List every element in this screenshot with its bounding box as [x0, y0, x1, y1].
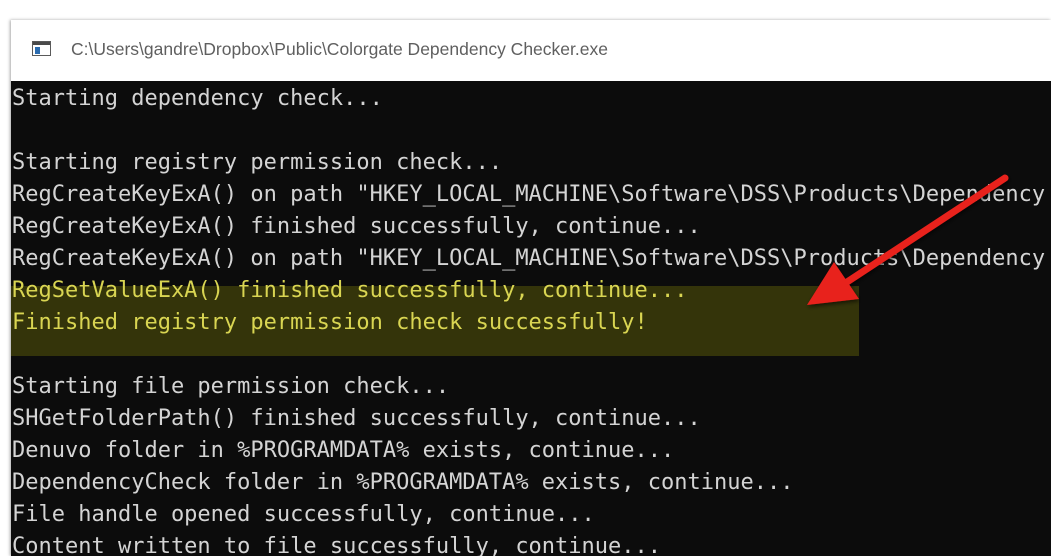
window-title: C:\Users\gandre\Dropbox\Public\Colorgate…	[71, 39, 608, 59]
console-line: Starting dependency check...	[12, 86, 383, 111]
console-line-highlighted: Finished registry permission check succe…	[12, 310, 648, 335]
console-app-icon[interactable]	[32, 41, 51, 56]
console-line: Denuvo folder in %PROGRAMDATA% exists, c…	[12, 438, 675, 463]
console-line: Starting file permission check...	[12, 374, 450, 399]
console-window: C:\Users\gandre\Dropbox\Public\Colorgate…	[11, 20, 1051, 556]
app-icon-bar	[33, 42, 50, 45]
console-line: SHGetFolderPath() finished successfully,…	[12, 406, 701, 431]
title-bar[interactable]: C:\Users\gandre\Dropbox\Public\Colorgate…	[11, 20, 1051, 81]
console-line-highlighted: RegSetValueExA() finished successfully, …	[12, 278, 688, 303]
console-line: RegCreateKeyExA() on path "HKEY_LOCAL_MA…	[12, 182, 1051, 207]
console-line: Starting registry permission check...	[12, 150, 503, 175]
console-output[interactable]: Starting dependency check... Starting re…	[11, 81, 1051, 556]
console-line: RegCreateKeyExA() finished successfully,…	[12, 214, 701, 239]
console-line: Content written to file successfully, co…	[12, 534, 662, 556]
console-line: File handle opened successfully, continu…	[12, 502, 595, 527]
console-line: DependencyCheck folder in %PROGRAMDATA% …	[12, 470, 794, 495]
console-line: RegCreateKeyExA() on path "HKEY_LOCAL_MA…	[12, 246, 1051, 271]
app-icon-pane	[35, 47, 40, 54]
